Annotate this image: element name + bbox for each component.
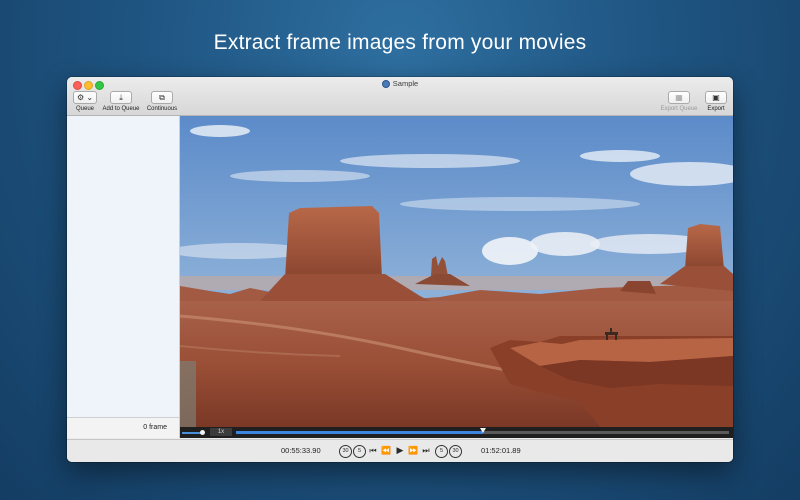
back-30-seconds-button[interactable]: 30 xyxy=(339,445,352,458)
next-frame-icon[interactable]: ⏭ xyxy=(422,444,430,457)
window-title: Sample xyxy=(67,79,733,89)
title-bar: Sample ⚙ ⌄ Queue ⤓ Add to Queue ⧉ Contin… xyxy=(67,77,733,116)
play-icon[interactable]: ▶ xyxy=(395,444,405,457)
export-icon[interactable]: ▣ xyxy=(705,91,727,104)
playback-speed-button[interactable]: 1x xyxy=(210,428,232,436)
add-to-queue-toolbar-item[interactable]: ⤓ Add to Queue xyxy=(100,91,142,112)
queue-label: Queue xyxy=(75,106,94,112)
fast-forward-icon[interactable]: ⏩ xyxy=(408,444,418,457)
previous-frame-icon[interactable]: ⏮ xyxy=(369,444,377,457)
sidebar-footer: 0 frame xyxy=(67,417,179,438)
window-title-text: Sample xyxy=(392,79,419,88)
frames-sidebar[interactable]: 0 frame xyxy=(67,116,180,438)
forward-30-seconds-button[interactable]: 30 xyxy=(449,445,462,458)
frame-count: 0 frame xyxy=(143,424,167,431)
playback-control-bar: 1x xyxy=(180,427,733,438)
export-queue-label: Export Queue xyxy=(660,106,698,112)
film-export-icon[interactable]: ▦ xyxy=(668,91,690,104)
app-window: Sample ⚙ ⌄ Queue ⤓ Add to Queue ⧉ Contin… xyxy=(67,77,733,462)
timeline-scrubber[interactable] xyxy=(236,428,729,434)
timeline-playhead[interactable] xyxy=(479,428,486,433)
page-headline: Extract frame images from your movies xyxy=(213,31,587,54)
continuous-toolbar-item[interactable]: ⧉ Continuous xyxy=(144,91,180,112)
continuous-label: Continuous xyxy=(146,106,178,112)
export-queue-toolbar-item[interactable]: ▦ Export Queue xyxy=(658,91,700,112)
video-preview[interactable] xyxy=(180,116,733,427)
forward-5-seconds-button[interactable]: 5 xyxy=(435,445,448,458)
queue-toolbar-item[interactable]: ⚙ ⌄ Queue xyxy=(72,91,98,112)
document-icon xyxy=(381,80,390,89)
total-time: 01:52:01.89 xyxy=(481,446,521,455)
continuous-icon[interactable]: ⧉ xyxy=(151,91,173,104)
timeline-progress xyxy=(236,431,483,434)
current-time: 00:55:33.90 xyxy=(281,446,321,455)
transport-bar: 00:55:33.90 30 5 ⏮ ⏪ ▶ ⏩ ⏭ 5 30 01:52:01… xyxy=(67,439,733,462)
rewind-icon[interactable]: ⏪ xyxy=(381,444,391,457)
gear-icon[interactable]: ⚙ ⌄ xyxy=(73,91,97,104)
export-label: Export xyxy=(707,106,725,112)
back-5-seconds-button[interactable]: 5 xyxy=(353,445,366,458)
export-toolbar-item[interactable]: ▣ Export xyxy=(703,91,729,112)
download-icon[interactable]: ⤓ xyxy=(110,91,132,104)
add-to-queue-label: Add to Queue xyxy=(102,106,140,112)
desert-landscape-frame xyxy=(180,116,733,427)
volume-slider-knob[interactable] xyxy=(200,430,205,435)
